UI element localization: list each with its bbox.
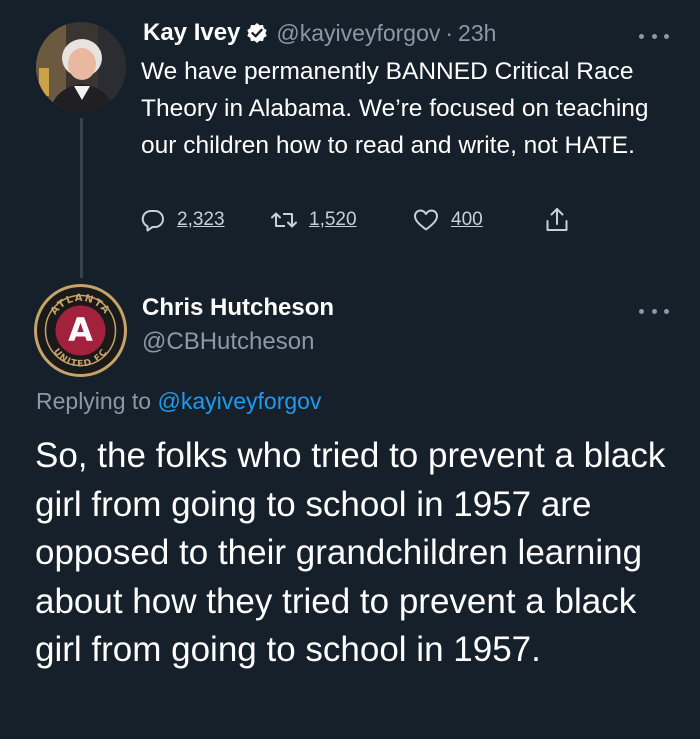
share-button[interactable] — [544, 200, 570, 240]
separator-dot: · — [445, 19, 454, 46]
like-count: 400 — [451, 209, 483, 230]
retweet-icon — [270, 207, 298, 233]
tweet-actions-bar: 2,323 1,520 400 — [140, 200, 600, 240]
tweet-timestamp[interactable]: 23h — [458, 20, 496, 47]
retweet-count: 1,520 — [309, 209, 357, 230]
retweet-button[interactable]: 1,520 — [270, 200, 357, 240]
heart-icon — [412, 207, 440, 233]
reply-button[interactable]: 2,323 — [140, 200, 225, 240]
tweet-text: We have permanently BANNED Critical Race… — [141, 58, 649, 159]
author-handle[interactable]: @kayiveyforgov — [276, 20, 440, 47]
avatar-kay-ivey[interactable] — [36, 22, 126, 112]
more-options-icon[interactable] — [639, 31, 669, 41]
reply-icon — [140, 207, 166, 233]
share-icon — [544, 206, 570, 234]
replying-to-mention-link[interactable]: @kayiveyforgov — [157, 388, 321, 414]
author-name[interactable]: Kay Ivey — [143, 19, 240, 47]
more-options-icon[interactable] — [639, 306, 669, 316]
like-button[interactable]: 400 — [412, 200, 483, 240]
tweet-header: Kay Ivey @kayiveyforgov · 23h — [143, 16, 496, 50]
logo-letter: A — [68, 311, 93, 349]
avatar-chris-hutcheson[interactable]: ATLANTA UNITED FC A — [33, 283, 128, 378]
original-tweet[interactable]: Kay Ivey @kayiveyforgov · 23h We have pe… — [0, 0, 700, 278]
replying-to-label: Replying to — [36, 388, 152, 414]
reply-author-handle[interactable]: @CBHutcheson — [142, 328, 314, 356]
replying-to-line: Replying to @kayiveyforgov — [36, 388, 321, 415]
verified-badge-icon — [246, 22, 268, 44]
reply-author-name[interactable]: Chris Hutcheson — [142, 294, 334, 322]
tweet-thread: Kay Ivey @kayiveyforgov · 23h We have pe… — [0, 0, 700, 739]
reply-count: 2,323 — [177, 209, 225, 230]
thread-connector-line — [80, 118, 83, 278]
reply-tweet-text: So, the folks who tried to prevent a bla… — [35, 436, 666, 669]
